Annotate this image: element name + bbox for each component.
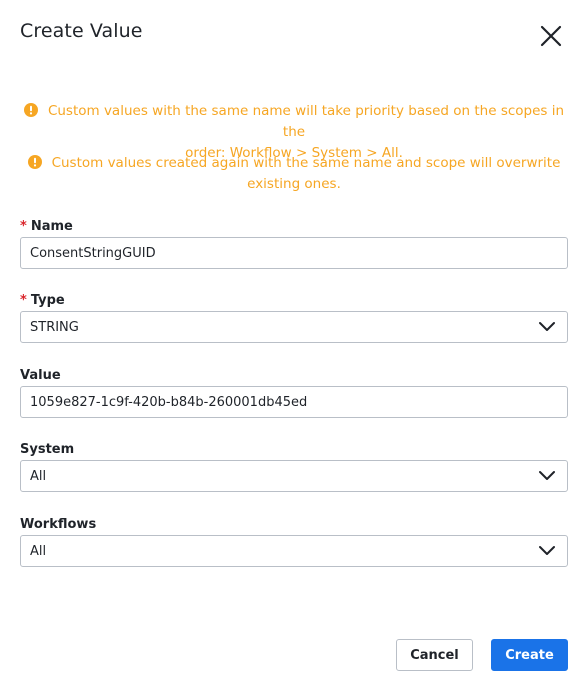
chevron-down-icon <box>539 322 555 331</box>
close-button[interactable] <box>536 21 566 51</box>
create-value-dialog: Create Value Custom values with the same… <box>0 0 588 690</box>
chevron-down-icon <box>539 546 555 555</box>
type-label: * Type <box>20 293 65 308</box>
cancel-button[interactable]: Cancel <box>396 639 473 671</box>
close-icon <box>540 25 562 47</box>
dialog-title: Create Value <box>20 20 143 42</box>
overwrite-notice: Custom values created again with the sam… <box>20 153 568 195</box>
value-input-value: 1059e827-1c9f-420b-b84b-260001db45ed <box>30 394 308 410</box>
system-label: System <box>20 442 75 457</box>
name-label: * Name <box>20 219 73 234</box>
required-mark: * <box>20 293 27 308</box>
workflows-select-value: All <box>30 543 47 559</box>
create-button[interactable]: Create <box>491 639 568 671</box>
name-input[interactable]: ConsentStringGUID <box>20 237 568 269</box>
warning-icon <box>27 155 42 169</box>
name-input-value: ConsentStringGUID <box>30 245 156 261</box>
system-select-value: All <box>30 468 47 484</box>
workflows-select[interactable]: All <box>20 535 568 567</box>
value-label: Value <box>20 368 61 383</box>
priority-notice-line1: Custom values with the same name will ta… <box>47 103 565 140</box>
type-select-value: STRING <box>30 319 79 335</box>
workflows-label: Workflows <box>20 517 97 532</box>
chevron-down-icon <box>539 471 555 480</box>
value-input[interactable]: 1059e827-1c9f-420b-b84b-260001db45ed <box>20 386 568 418</box>
warning-icon <box>23 103 38 117</box>
overwrite-notice-line1: Custom values created again with the sam… <box>51 155 561 171</box>
overwrite-notice-line2: existing ones. <box>247 176 341 192</box>
system-select[interactable]: All <box>20 460 568 492</box>
type-select[interactable]: STRING <box>20 311 568 343</box>
required-mark: * <box>20 219 27 234</box>
